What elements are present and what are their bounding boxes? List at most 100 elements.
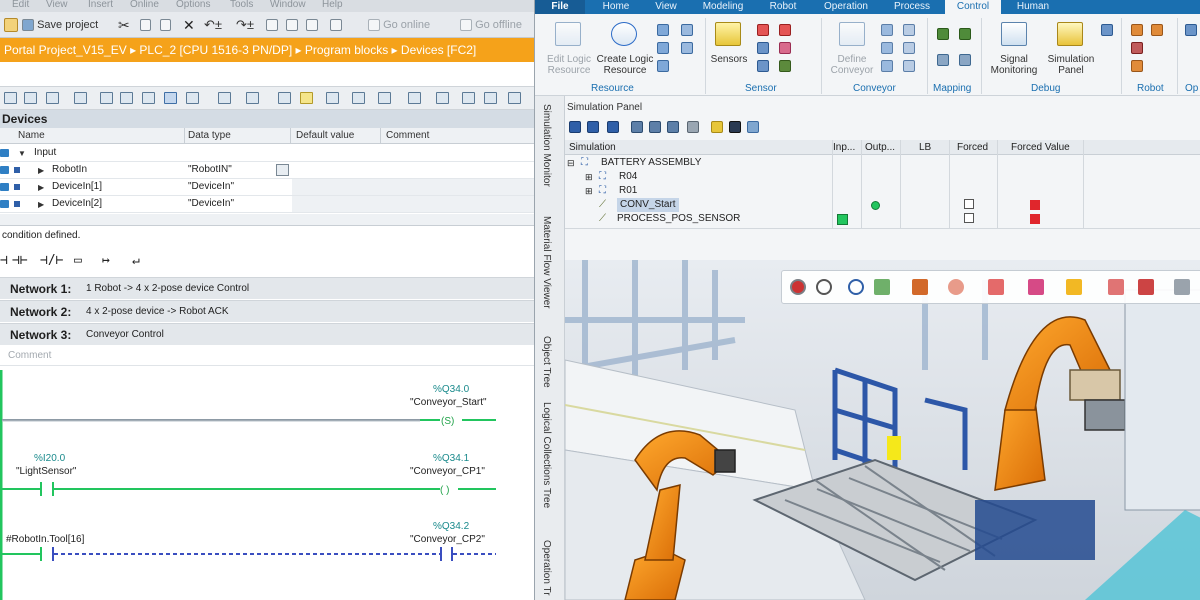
param-type[interactable]: "DeviceIn" [188, 179, 234, 195]
param-name[interactable]: RobotIn [52, 162, 87, 178]
signal-entry-icon[interactable] [657, 60, 669, 72]
save-project-button[interactable]: Save project [22, 17, 98, 33]
collapse-node-icon[interactable]: ⊟ [567, 156, 575, 170]
conveyor-speed-icon[interactable] [881, 60, 893, 72]
view-cube-icon[interactable] [874, 279, 890, 295]
forced-checkbox[interactable] [964, 199, 974, 209]
property-sensor-icon[interactable] [757, 42, 769, 54]
tab-control[interactable]: Control [945, 0, 1001, 14]
tab-object-tree[interactable]: Object Tree [541, 336, 552, 388]
expand-node-icon[interactable]: ⊞ [585, 170, 593, 184]
debug-extra-icon[interactable] [1101, 24, 1113, 36]
copy-button[interactable] [140, 17, 151, 33]
param-type[interactable]: "DeviceIn" [188, 196, 234, 212]
collapse-all-icon[interactable] [667, 121, 679, 133]
tab-simulation-monitor[interactable]: Simulation Monitor [541, 104, 552, 187]
menu-help[interactable]: Help [322, 0, 343, 10]
nc-contact-icon[interactable]: ⊣/⊢ [40, 253, 63, 268]
expand-node-icon[interactable]: ⊞ [585, 184, 593, 198]
forced-value-off[interactable] [1030, 200, 1040, 210]
add-item-icon[interactable] [569, 121, 581, 133]
section-icon[interactable] [1028, 279, 1044, 295]
coil-tag[interactable]: "Conveyor_Start" [410, 397, 487, 408]
favorites-icon[interactable] [246, 92, 259, 104]
coil-address[interactable]: %Q34.2 [433, 521, 469, 532]
table-row[interactable]: ▶ DeviceIn[2] "DeviceIn" [0, 196, 534, 213]
sim-row-battery-assembly[interactable]: ⊟ ⛶ BATTERY ASSEMBLY [565, 156, 1200, 170]
close-branch-icon[interactable]: ↵ [132, 253, 140, 268]
tab-file[interactable]: File [535, 0, 585, 14]
filter-icon[interactable] [631, 121, 643, 133]
move-icon[interactable] [1138, 279, 1154, 295]
placement-icon[interactable] [988, 279, 1004, 295]
paste-button[interactable] [160, 17, 171, 33]
pick-intent-icon[interactable] [848, 279, 864, 295]
interface-scroll-edge[interactable] [0, 214, 534, 226]
conveyor-gate-icon[interactable] [903, 42, 915, 54]
robot-program-icon[interactable] [1151, 24, 1163, 36]
menu-window[interactable]: Window [270, 0, 306, 10]
sort-icon[interactable] [687, 121, 699, 133]
monitor-on-icon[interactable] [508, 92, 521, 104]
settings-icon[interactable] [747, 121, 759, 133]
tab-view[interactable]: View [643, 0, 689, 14]
forced-checkbox[interactable] [964, 213, 974, 223]
column-name[interactable]: Name [18, 130, 45, 141]
conveyor-path-icon[interactable] [881, 42, 893, 54]
open-branch-icon[interactable]: ↦ [102, 253, 110, 268]
expand-arrow-icon[interactable]: ▶ [38, 197, 44, 213]
param-name[interactable]: DeviceIn[2] [52, 196, 102, 212]
breadcrumb[interactable]: Portal Project_V15_EV ▸ PLC_2 [CPU 1516-… [0, 38, 534, 62]
menu-tools[interactable]: Tools [230, 0, 253, 10]
sim-row-process-pos-sensor[interactable]: ⟋ PROCESS_POS_SENSOR [565, 212, 1200, 226]
create-logic-resource-button[interactable]: Create Logic Resource [595, 54, 655, 76]
tab-logical-collections-tree[interactable]: Logical Collections Tree [541, 402, 552, 508]
column-input[interactable]: Inp... [833, 142, 855, 153]
column-comment[interactable]: Comment [386, 130, 429, 141]
expand-all-icon[interactable] [649, 121, 661, 133]
no-contact-icon[interactable]: ⊣⊢ [12, 253, 28, 268]
insert-row-icon[interactable] [46, 92, 59, 104]
define-conveyor-button[interactable]: Define Conveyor [827, 54, 877, 76]
map-signals-icon[interactable] [937, 28, 949, 40]
coil-icon[interactable]: ▭ [74, 253, 82, 268]
coil-tag[interactable]: "Conveyor_CP1" [410, 466, 485, 477]
open-project-button[interactable] [4, 17, 18, 33]
selection-icon[interactable] [948, 279, 964, 295]
import-mapping-icon[interactable] [937, 54, 949, 66]
zoom-to-fit-icon[interactable] [790, 279, 806, 295]
go-offline-button[interactable]: Go offline [460, 17, 522, 33]
robot-io-icon[interactable] [1131, 42, 1143, 54]
tab-process[interactable]: Process [883, 0, 941, 14]
param-type[interactable]: "RobotIN" [188, 162, 232, 178]
param-name[interactable]: DeviceIn[1] [52, 179, 102, 195]
expand-arrow-icon[interactable]: ▶ [38, 180, 44, 196]
redo-icon[interactable]: ↷± [236, 17, 254, 33]
highlight-icon[interactable] [300, 92, 313, 104]
add-group-icon[interactable] [587, 121, 599, 133]
import-icon[interactable] [681, 42, 693, 54]
menu-insert[interactable]: Insert [88, 0, 113, 10]
tab-robot[interactable]: Robot [757, 0, 809, 14]
network-view-icon[interactable] [278, 92, 291, 104]
go-online-button[interactable]: Go online [368, 17, 430, 33]
tab-material-flow-viewer[interactable]: Material Flow Viewer [541, 216, 552, 309]
tab-modeling[interactable]: Modeling [691, 0, 755, 14]
menu-online[interactable]: Online [130, 0, 159, 10]
type-picker-icon[interactable] [276, 164, 289, 176]
collapse-arrow-icon[interactable]: ▼ [18, 146, 26, 162]
breakpoint-icon[interactable] [352, 92, 365, 104]
remove-item-icon[interactable] [607, 121, 619, 133]
measure-icon[interactable] [1108, 279, 1124, 295]
watch-icon[interactable] [462, 92, 475, 104]
signal-mapping-icon[interactable] [959, 28, 971, 40]
table-row[interactable]: ▶ RobotIn "RobotIN" [0, 162, 534, 179]
sim-row-r04[interactable]: ⊞ ⛶ R04 [565, 170, 1200, 184]
network-2-header[interactable]: Network 2: 4 x 2-pose device -> Robot AC… [0, 300, 534, 322]
branch-icon[interactable]: ⊣ [0, 253, 8, 268]
signal-monitoring-button[interactable]: Signal Monitoring [983, 54, 1045, 76]
expand-icon[interactable] [186, 92, 199, 104]
graphic-viewer-3d[interactable] [565, 260, 1200, 600]
menu-view[interactable]: View [46, 0, 68, 10]
delete-network-icon[interactable] [24, 92, 37, 104]
